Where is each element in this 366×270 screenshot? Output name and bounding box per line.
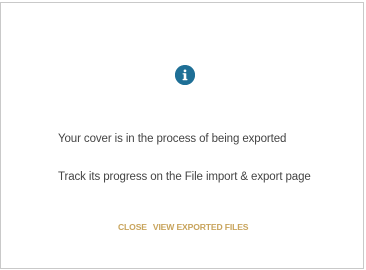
view-exported-files-button[interactable]: VIEW EXPORTED FILES [153, 221, 249, 233]
dialog-actions: CLOSE VIEW EXPORTED FILES [118, 221, 249, 233]
screen: Your cover is in the process of being ex… [0, 0, 366, 270]
export-progress-hint: Track its progress on the File import & … [58, 171, 311, 183]
info-icon [175, 65, 195, 85]
export-status-message: Your cover is in the process of being ex… [58, 133, 287, 145]
close-button[interactable]: CLOSE [118, 221, 147, 233]
export-dialog: Your cover is in the process of being ex… [0, 2, 364, 269]
